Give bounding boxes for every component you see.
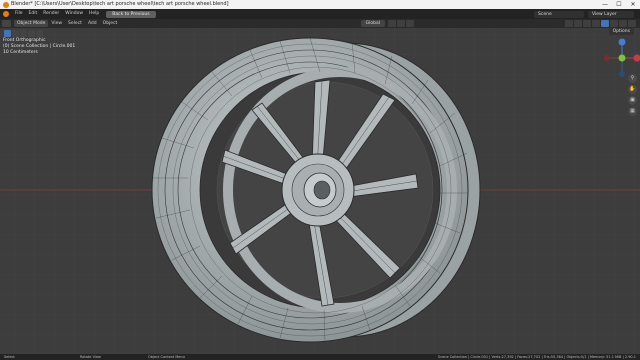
status-mouse-right-hint: Object Context Menu: [148, 355, 185, 359]
select-box-icon[interactable]: [4, 30, 11, 37]
shading-dropdown-icon[interactable]: [628, 20, 636, 27]
wheel-mesh[interactable]: [151, 37, 481, 343]
select-subtract-icon[interactable]: [20, 30, 27, 37]
back-to-previous-button[interactable]: Back to Previous: [106, 10, 156, 18]
zoom-icon[interactable]: ⚲: [628, 74, 637, 83]
viewport-info-overlay: Front Orthographic (0) Scene Collection …: [3, 38, 75, 56]
status-mouse-left-hint: Select: [4, 355, 15, 359]
menu-object[interactable]: Object: [100, 19, 121, 28]
navigation-gizmo[interactable]: [600, 36, 640, 78]
blender-logo-icon: [3, 1, 9, 8]
options-dropdown[interactable]: Options: [608, 28, 634, 35]
gizmo-neg-z-axis-icon[interactable]: [619, 71, 625, 77]
gizmo-x-axis-icon[interactable]: [633, 54, 640, 62]
menu-help[interactable]: Help: [86, 9, 102, 19]
menu-edit[interactable]: Edit: [26, 9, 41, 19]
window-title: Blender* [C:\Users\User\Desktop\tech art…: [11, 1, 229, 7]
window-controls: — ☐ ✕: [598, 0, 640, 9]
shading-solid-icon[interactable]: [601, 20, 609, 27]
transform-orientation-selector[interactable]: Global: [360, 20, 385, 27]
minimize-button[interactable]: —: [598, 0, 612, 9]
menu-window[interactable]: Window: [62, 9, 86, 19]
blender-menu-icon[interactable]: [3, 11, 9, 17]
select-invert-icon[interactable]: [28, 30, 35, 37]
camera-view-icon[interactable]: ▣: [628, 96, 637, 105]
shading-rendered-icon[interactable]: [619, 20, 627, 27]
scene-selector[interactable]: Scene: [534, 10, 584, 18]
menu-file[interactable]: File: [12, 9, 26, 19]
close-button[interactable]: ✕: [626, 0, 640, 9]
top-menu-bar: File Edit Render Window Help Back to Pre…: [0, 9, 640, 19]
select-extend-icon[interactable]: [12, 30, 19, 37]
status-bar: Select Rotate View Object Context Menu S…: [0, 354, 640, 360]
visibility-icon[interactable]: [565, 20, 573, 27]
gizmo-neg-x-axis-icon[interactable]: [604, 55, 610, 61]
scene-statistics: Scene Collection | Circle.001 | Verts:27…: [437, 355, 636, 359]
pivot-point-icon[interactable]: [388, 20, 396, 27]
perspective-toggle-icon[interactable]: ▦: [628, 107, 637, 116]
status-mouse-middle-hint: Rotate View: [80, 355, 101, 359]
shading-material-icon[interactable]: [610, 20, 618, 27]
viewport-header: Object Mode View Select Add Object Globa…: [0, 19, 640, 28]
gizmo-toggle-icon[interactable]: [574, 20, 582, 27]
overlay-toggle-icon[interactable]: [583, 20, 591, 27]
maximize-button[interactable]: ☐: [612, 0, 626, 9]
select-intersect-icon[interactable]: [36, 30, 43, 37]
snap-icon[interactable]: [397, 20, 405, 27]
menu-add[interactable]: Add: [85, 19, 100, 28]
editor-type-icon[interactable]: [2, 20, 11, 27]
mode-selector[interactable]: Object Mode: [14, 20, 49, 27]
gizmo-y-axis-icon[interactable]: [618, 54, 626, 62]
menu-view[interactable]: View: [48, 19, 65, 28]
window-titlebar: Blender* [C:\Users\User\Desktop\tech art…: [0, 0, 640, 9]
xray-toggle-icon[interactable]: [592, 20, 600, 27]
proportional-edit-icon[interactable]: [406, 20, 414, 27]
menu-select[interactable]: Select: [65, 19, 85, 28]
view-layer-selector[interactable]: View Layer: [588, 10, 634, 18]
viewport-canvas[interactable]: [0, 28, 640, 354]
menu-render[interactable]: Render: [40, 9, 62, 19]
gizmo-z-axis-icon[interactable]: [618, 38, 626, 46]
3d-viewport[interactable]: Front Orthographic (0) Scene Collection …: [0, 28, 640, 354]
pan-hand-icon[interactable]: ✋: [628, 85, 637, 94]
scale-info: 10 Centimeters: [3, 50, 38, 55]
select-mode-toolbar: [4, 30, 43, 37]
